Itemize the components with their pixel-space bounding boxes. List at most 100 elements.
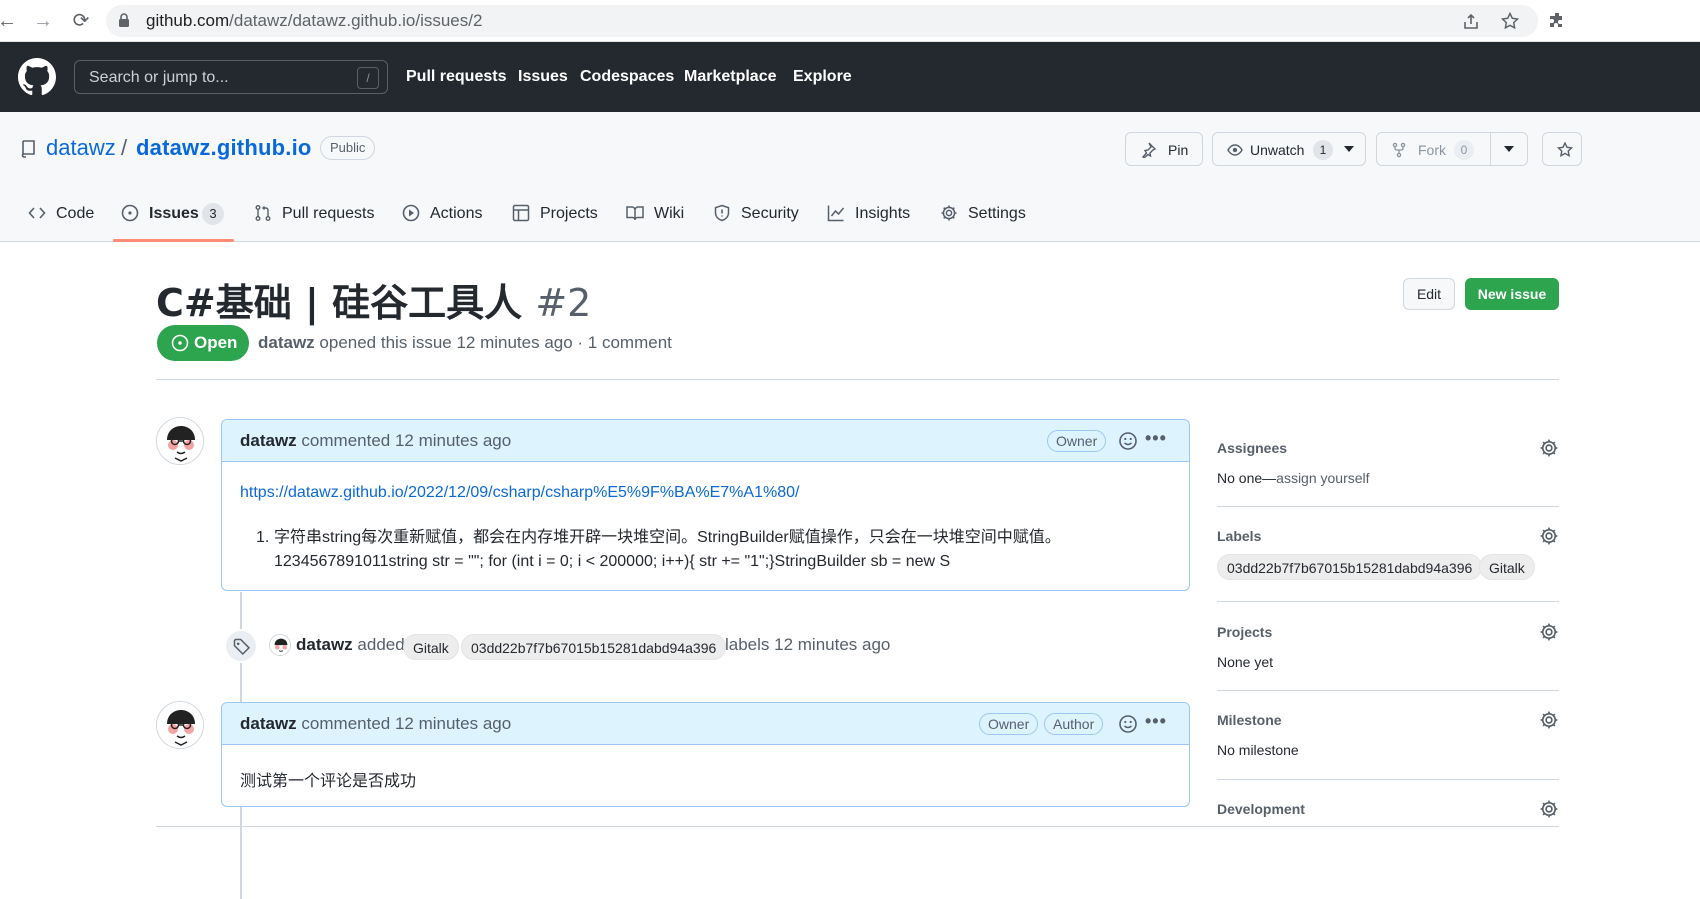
gear-icon[interactable] — [1539, 799, 1559, 819]
gear-icon — [941, 205, 957, 221]
button-divider — [1490, 133, 1491, 165]
browser-toolbar: ← → ⟳ github.com/datawz/datawz.github.io… — [0, 0, 1700, 42]
assignees-none: No one— — [1217, 470, 1277, 486]
gear-icon[interactable] — [1539, 710, 1559, 730]
nav-explore[interactable]: Explore — [793, 68, 852, 86]
avatar-face-icon — [157, 702, 203, 748]
list-item: 字符串string每次重新赋值，都会在内存堆开辟一块堆空间。StringBuil… — [274, 529, 1061, 546]
repo-owner-link[interactable]: datawz — [46, 135, 116, 161]
comment-link[interactable]: https://datawz.github.io/2022/12/09/csha… — [240, 484, 799, 501]
sidebar-divider — [1217, 506, 1559, 507]
avatar[interactable] — [156, 417, 204, 465]
github-header: Search or jump to... / Pull requests Iss… — [0, 42, 1700, 112]
forward-arrow-icon[interactable]: → — [32, 10, 54, 32]
code-icon — [28, 207, 46, 219]
sidebar-projects: Projects None yet — [1217, 622, 1559, 682]
issue-author-link[interactable]: datawz — [258, 333, 315, 352]
caret-down-icon — [1344, 146, 1354, 152]
author-badge: Author — [1044, 713, 1104, 735]
fork-count: 0 — [1454, 140, 1474, 160]
github-logo-icon[interactable] — [18, 58, 56, 96]
tab-label: Security — [741, 205, 799, 222]
label-hash[interactable]: 03dd22b7f7b67015b15281dabd94a396 — [1217, 554, 1483, 580]
kebab-horizontal-icon[interactable]: ••• — [1145, 711, 1167, 732]
event-action: added — [352, 635, 405, 654]
kebab-horizontal-icon[interactable]: ••• — [1145, 428, 1167, 449]
nav-pull-requests[interactable]: Pull requests — [406, 68, 506, 86]
event-text: datawz added — [296, 635, 405, 655]
sidebar-labels: Labels 03dd22b7f7b67015b15281dabd94a396 … — [1217, 526, 1559, 586]
edit-button[interactable]: Edit — [1403, 278, 1455, 310]
label-hash[interactable]: 03dd22b7f7b67015b15281dabd94a396 — [461, 634, 727, 660]
avatar[interactable] — [156, 701, 204, 749]
sidebar-assignees: Assignees No one—assign yourself — [1217, 438, 1559, 498]
address-bar[interactable]: github.com/datawz/datawz.github.io/issue… — [106, 5, 1538, 37]
comment-body: 测试第一个评论是否成功 — [240, 773, 417, 790]
label-gitalk[interactable]: Gitalk — [1479, 554, 1535, 580]
tab-label: Actions — [430, 205, 483, 222]
comment-author-link[interactable]: datawz — [240, 431, 297, 450]
share-icon[interactable] — [1462, 13, 1480, 31]
smiley-icon[interactable] — [1118, 714, 1138, 734]
new-issue-button[interactable]: New issue — [1465, 278, 1559, 310]
unwatch-button[interactable]: Unwatch 1 — [1212, 132, 1366, 166]
smiley-icon[interactable] — [1118, 431, 1138, 451]
repo-icon — [21, 140, 35, 158]
pin-icon — [1142, 142, 1156, 158]
extensions-icon[interactable] — [1548, 11, 1566, 29]
repo-path-separator: / — [121, 135, 128, 160]
issue-meta: datawz opened this issue 12 minutes ago … — [258, 333, 672, 353]
event-actor-link[interactable]: datawz — [296, 635, 353, 654]
comment: datawz commented 12 minutes ago Owner ••… — [221, 419, 1190, 591]
list-marker: 1. — [256, 529, 270, 546]
pin-button[interactable]: Pin — [1125, 132, 1203, 166]
star-button[interactable] — [1542, 132, 1582, 166]
comment-action-text: commented 12 minutes ago — [296, 431, 512, 450]
sidebar-title[interactable]: Development — [1217, 801, 1305, 817]
comment-author-line: datawz commented 12 minutes ago — [240, 714, 511, 734]
active-tab-indicator — [113, 239, 234, 242]
nav-marketplace[interactable]: Marketplace — [684, 68, 777, 86]
gear-icon[interactable] — [1539, 438, 1559, 458]
graph-icon — [827, 205, 845, 222]
repo-name-link[interactable]: datawz.github.io — [136, 135, 312, 161]
projects-value: None yet — [1217, 654, 1274, 670]
caret-down-icon[interactable] — [1504, 146, 1514, 152]
book-icon — [626, 206, 644, 221]
comment-header: datawz commented 12 minutes ago Owner Au… — [222, 703, 1189, 745]
issue-title-text: C#基础 | 硅谷工具人 — [156, 281, 523, 325]
comment-author-link[interactable]: datawz — [240, 714, 297, 733]
avatar-face-icon — [157, 418, 203, 464]
sidebar-title[interactable]: Assignees — [1217, 440, 1287, 456]
label-gitalk[interactable]: Gitalk — [403, 634, 459, 660]
sidebar-development: Development — [1217, 799, 1559, 839]
gear-icon[interactable] — [1539, 526, 1559, 546]
fork-label: Fork — [1418, 142, 1446, 158]
search-placeholder: Search or jump to... — [89, 69, 229, 86]
assign-yourself-link[interactable]: assign yourself — [1276, 470, 1369, 486]
git-pull-request-icon — [255, 205, 271, 221]
sidebar-divider — [1217, 779, 1559, 780]
fork-button[interactable]: Fork 0 — [1376, 132, 1528, 166]
tab-label: Settings — [968, 205, 1026, 222]
back-arrow-icon[interactable]: ← — [0, 10, 18, 32]
sidebar-title[interactable]: Projects — [1217, 624, 1272, 640]
sidebar-milestone: Milestone No milestone — [1217, 710, 1559, 770]
event-actor-avatar[interactable] — [269, 634, 291, 656]
nav-issues[interactable]: Issues — [518, 68, 568, 86]
nav-codespaces[interactable]: Codespaces — [580, 68, 674, 86]
search-input[interactable]: Search or jump to... / — [74, 60, 388, 94]
reload-icon[interactable]: ⟳ — [70, 10, 92, 32]
milestone-value: No milestone — [1217, 742, 1299, 758]
sidebar-divider — [1217, 690, 1559, 691]
sidebar-title[interactable]: Labels — [1217, 528, 1261, 544]
owner-badge: Owner — [1047, 430, 1107, 452]
comment-ordered-list: 1. 字符串string每次重新赋值，都会在内存堆开辟一块堆空间。StringB… — [256, 526, 1176, 570]
bookmark-star-icon[interactable] — [1501, 12, 1519, 30]
unwatch-label: Unwatch — [1250, 142, 1305, 158]
tab-label: Pull requests — [282, 205, 375, 222]
lock-icon — [119, 13, 129, 27]
gear-icon[interactable] — [1539, 622, 1559, 642]
sidebar-title[interactable]: Milestone — [1217, 712, 1282, 728]
issue-title: C#基础 | 硅谷工具人 #2 — [156, 272, 591, 327]
